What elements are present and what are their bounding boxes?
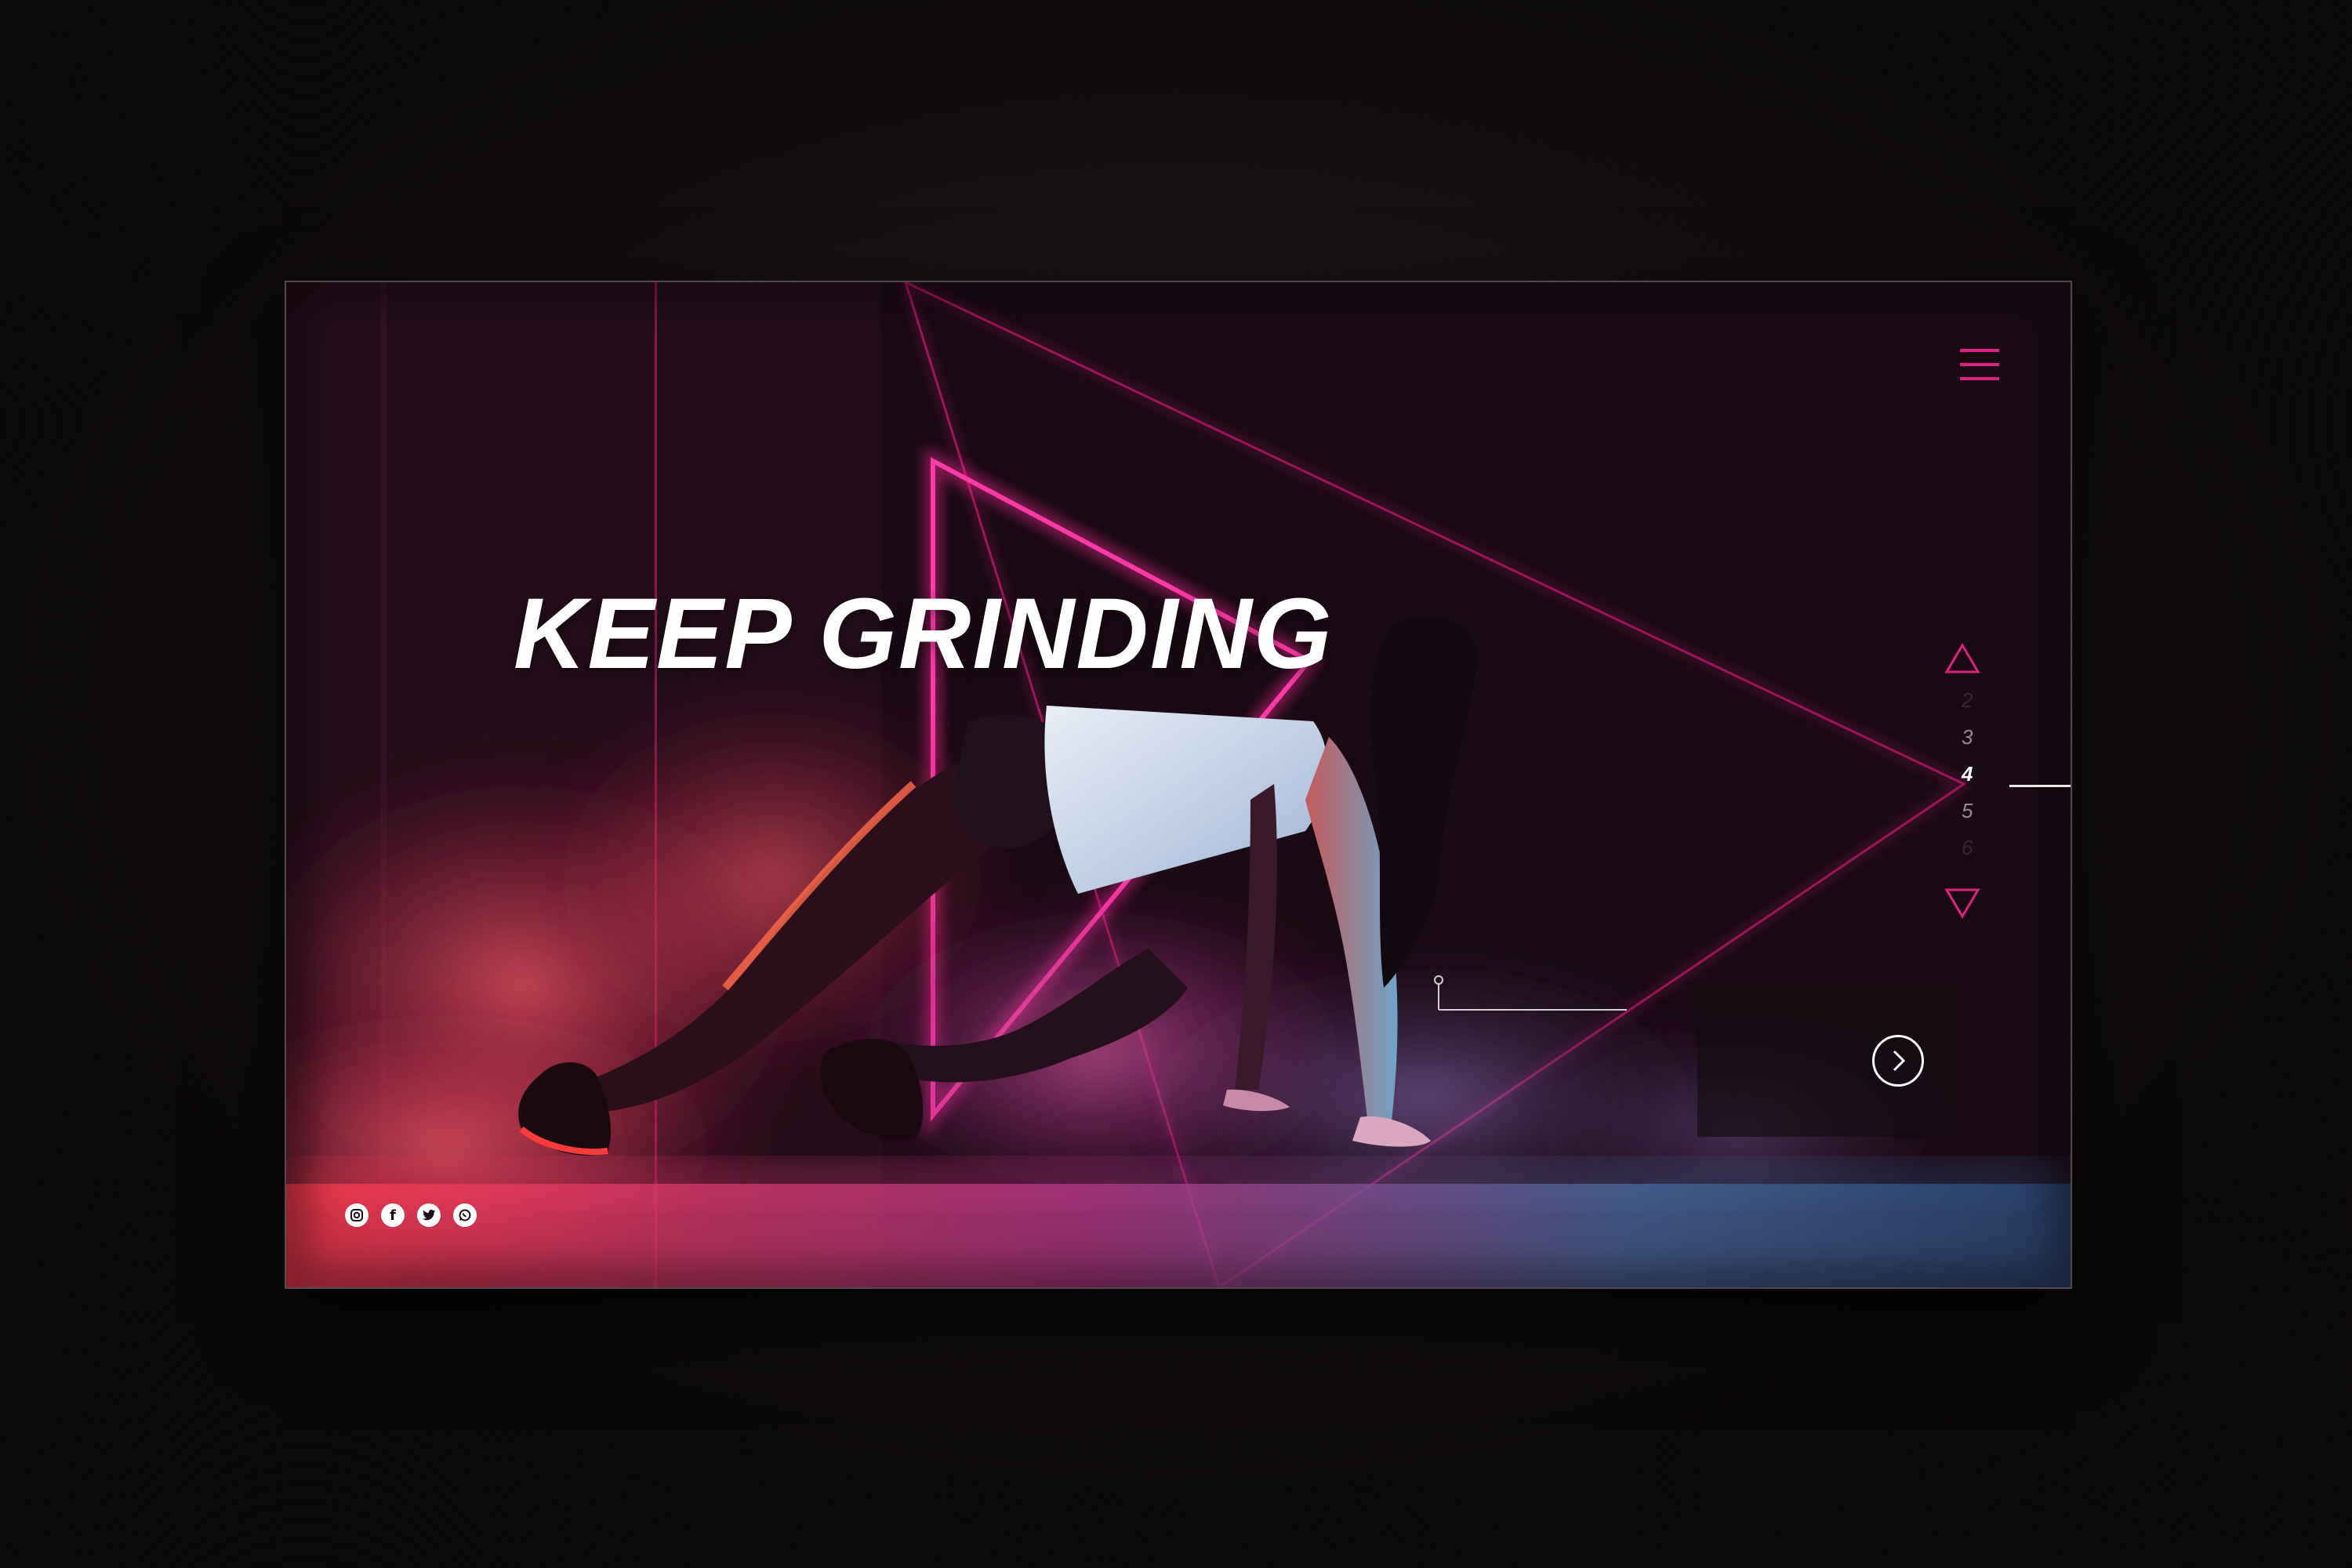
website-mockup: KEEP GRINDING 2 3 4 5 6 f bbox=[285, 281, 2072, 1289]
social-links: f bbox=[345, 1203, 477, 1227]
twitter-icon[interactable] bbox=[417, 1203, 441, 1227]
instagram-icon[interactable] bbox=[345, 1203, 368, 1227]
active-slide-indicator bbox=[2009, 785, 2071, 787]
slide-navigation: 2 3 4 5 6 bbox=[1944, 643, 2071, 919]
slide-number-5[interactable]: 5 bbox=[1962, 799, 1985, 823]
slide-number-6[interactable]: 6 bbox=[1962, 836, 1985, 860]
menu-line bbox=[1960, 349, 1999, 352]
facebook-icon[interactable]: f bbox=[381, 1203, 405, 1227]
slide-number-2[interactable]: 2 bbox=[1962, 688, 1985, 713]
chevron-right-icon bbox=[1893, 1050, 1906, 1072]
slide-number-4[interactable]: 4 bbox=[1962, 762, 1985, 786]
next-button[interactable] bbox=[1872, 1035, 1924, 1087]
whatsapp-icon[interactable] bbox=[453, 1203, 477, 1227]
hamburger-menu-button[interactable] bbox=[1960, 349, 1999, 380]
menu-line bbox=[1960, 377, 1999, 380]
slide-number-3[interactable]: 3 bbox=[1962, 725, 1985, 750]
previous-slide-arrow-icon[interactable] bbox=[1944, 643, 1980, 674]
facebook-glyph: f bbox=[390, 1207, 396, 1224]
whatsapp-glyph-icon bbox=[459, 1209, 471, 1221]
twitter-bird-icon bbox=[423, 1210, 435, 1221]
next-slide-arrow-icon[interactable] bbox=[1944, 887, 1980, 919]
menu-line bbox=[1960, 363, 1999, 366]
hero-title: KEEP GRINDING bbox=[514, 578, 1334, 690]
instagram-glyph-icon bbox=[350, 1209, 363, 1221]
